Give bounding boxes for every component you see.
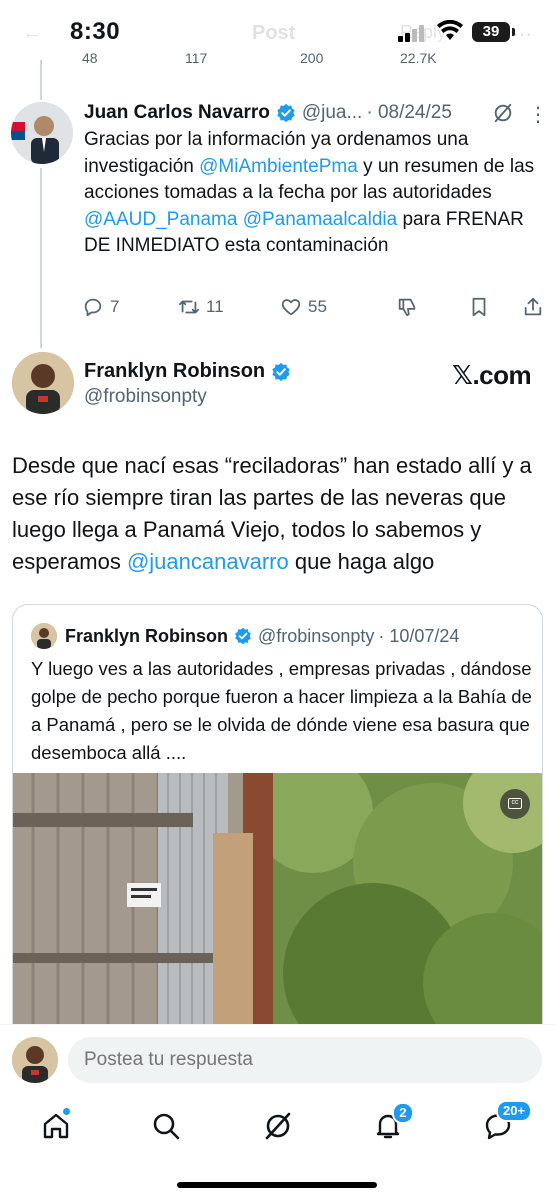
avatar xyxy=(31,623,57,649)
dislike-button[interactable] xyxy=(396,296,418,318)
reply-input[interactable] xyxy=(68,1037,542,1083)
repost-count: 11 xyxy=(206,297,224,316)
status-time: 8:30 xyxy=(70,18,121,45)
reply-tweet-text: Gracias por la información ya ordenamos … xyxy=(84,127,544,260)
thumbs-down-icon xyxy=(398,298,416,317)
captions-icon[interactable]: cc xyxy=(500,789,530,819)
search-icon xyxy=(153,1113,180,1140)
thread-line xyxy=(40,60,42,100)
nav-grok[interactable] xyxy=(262,1110,298,1146)
header-title: Post xyxy=(252,22,296,44)
home-unread-dot xyxy=(62,1107,71,1116)
quoted-author-handle: @frobinsonpty xyxy=(258,625,375,646)
quoted-author-row: Franklyn Robinson @frobinsonpty · 10/07/… xyxy=(31,623,459,649)
author-name[interactable]: Franklyn Robinson xyxy=(84,360,265,383)
bookmark-icon xyxy=(472,297,486,317)
main-author-row: Franklyn Robinson xyxy=(84,360,297,383)
avatar[interactable] xyxy=(11,102,73,164)
like-count: 55 xyxy=(308,297,327,316)
share-icon xyxy=(524,297,542,316)
prev-likes-count[interactable]: 200 xyxy=(300,50,323,66)
back-arrow-icon[interactable]: ← xyxy=(22,22,42,45)
prev-views-count[interactable]: 22.7K xyxy=(400,50,437,66)
video-frame xyxy=(13,773,542,1043)
author-handle[interactable]: @frobinsonpty xyxy=(84,386,207,408)
reply-author-row: Juan Carlos Navarro @jua... · 08/24/25 xyxy=(84,100,452,126)
cellular-signal-icon xyxy=(398,24,426,42)
author-handle[interactable]: @jua... xyxy=(302,102,362,124)
battery-nub xyxy=(512,28,515,36)
bookmark-button[interactable] xyxy=(468,296,490,318)
mention-link[interactable]: @MiAmbientePma xyxy=(199,156,358,177)
quoted-post-card[interactable]: Franklyn Robinson @frobinsonpty · 10/07/… xyxy=(12,604,543,1044)
bottom-navigation: 2 20+ xyxy=(0,1096,555,1200)
verified-badge-icon xyxy=(277,103,295,123)
grok-icon xyxy=(265,1112,291,1140)
more-icon[interactable]: ⋯ xyxy=(512,22,532,47)
thread-line xyxy=(40,168,42,348)
grok-icon[interactable] xyxy=(492,102,514,124)
heart-icon xyxy=(281,299,301,316)
repost-icon xyxy=(178,300,200,314)
share-button[interactable] xyxy=(522,296,544,318)
like-button[interactable]: 55 xyxy=(280,296,327,318)
repost-button[interactable]: 11 xyxy=(178,296,224,318)
nav-home[interactable] xyxy=(40,1107,76,1146)
avatar xyxy=(12,1037,58,1083)
notifications-badge: 2 xyxy=(392,1102,414,1124)
avatar[interactable] xyxy=(12,352,74,414)
verified-badge-icon xyxy=(272,362,290,381)
battery-indicator: 39 xyxy=(472,22,510,42)
mention-link[interactable]: @AAUD_Panama xyxy=(84,209,237,230)
post-date: · 08/24/25 xyxy=(366,102,452,123)
nav-search[interactable] xyxy=(150,1110,186,1146)
reply-composer xyxy=(0,1024,555,1096)
reply-tweet-actions: 7 11 55 xyxy=(80,296,545,324)
main-tweet-text: Desde que nací esas “reciladoras” han es… xyxy=(12,450,547,578)
quoted-post-text: Y luego ves a las autoridades , empresas… xyxy=(31,658,532,763)
wifi-icon xyxy=(437,20,463,40)
previous-tweet-actions: 48 117 200 22.7K xyxy=(80,50,550,68)
nav-notifications[interactable]: 2 xyxy=(372,1102,414,1146)
home-indicator xyxy=(177,1182,377,1188)
verified-badge-icon xyxy=(235,627,251,645)
more-options-icon[interactable]: ⋮ xyxy=(528,102,548,127)
messages-badge: 20+ xyxy=(496,1100,533,1122)
quoted-post-date: · 10/07/24 xyxy=(378,625,460,646)
reply-icon xyxy=(84,298,102,317)
prev-replies-count[interactable]: 48 xyxy=(82,50,98,66)
text-segment: que haga algo xyxy=(288,549,435,574)
author-name[interactable]: Juan Carlos Navarro xyxy=(84,102,270,124)
mention-link[interactable]: @Panamaalcaldia xyxy=(243,209,398,230)
reply-count: 7 xyxy=(110,297,120,316)
mention-link[interactable]: @juancanavarro xyxy=(127,549,289,574)
quoted-video[interactable]: cc xyxy=(13,773,542,1043)
nav-messages[interactable]: 20+ xyxy=(482,1100,533,1146)
quoted-author-name: Franklyn Robinson xyxy=(65,625,229,646)
reply-button[interactable]: 7 xyxy=(82,296,119,318)
xcom-watermark: 𝕏.com xyxy=(452,360,532,390)
prev-reposts-count[interactable]: 117 xyxy=(185,50,207,66)
